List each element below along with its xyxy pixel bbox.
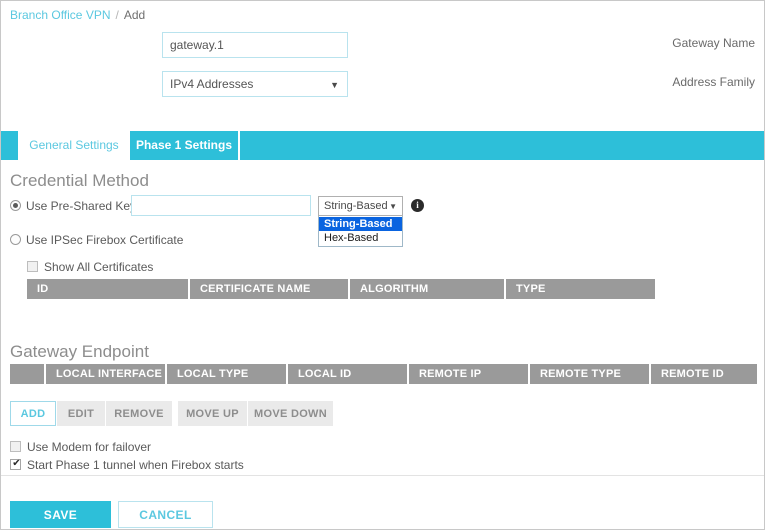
checkbox-use-modem-box [10,441,21,452]
tab-general-settings-label: General Settings [29,138,118,152]
tab-phase-1-settings[interactable]: Phase 1 Settings [130,131,240,160]
certificate-col-type[interactable]: TYPE [505,279,655,299]
gateway-endpoint-col-local-id[interactable]: LOCAL ID [287,364,408,384]
certificate-table-empty-body [27,299,655,309]
certificate-col-id[interactable]: ID [27,279,189,299]
radio-use-ipsec-firebox-certificate[interactable]: Use IPSec Firebox Certificate [10,233,183,247]
remove-button[interactable]: REMOVE [106,401,172,426]
add-button[interactable]: ADD [10,401,56,426]
gateway-endpoint-col-select[interactable] [10,364,45,384]
footer-divider [1,475,764,476]
checkbox-use-modem-for-failover[interactable]: Use Modem for failover [10,440,151,454]
certificate-table: ID CERTIFICATE NAME ALGORITHM TYPE [27,279,656,309]
radio-ipsec-certificate-label: Use IPSec Firebox Certificate [26,233,183,247]
address-family-row: Address Family IPv4 Addresses ▼ [1,71,764,97]
key-format-option-hex-based[interactable]: Hex-Based [319,231,402,245]
cancel-button[interactable]: CANCEL [118,501,213,528]
gateway-endpoint-empty-body [10,384,757,394]
radio-use-pre-shared-key[interactable]: Use Pre-Shared Key [10,199,136,213]
gateway-name-input[interactable] [162,32,348,58]
certificate-col-certificate-name[interactable]: CERTIFICATE NAME [189,279,349,299]
breadcrumb-current-add: Add [124,8,145,22]
gateway-endpoint-header-row: LOCAL INTERFACE LOCAL TYPE LOCAL ID REMO… [10,364,757,384]
key-format-option-list: String-Based Hex-Based [318,216,403,247]
vpn-gateway-add-page: Branch Office VPN / Add Gateway Name Addre… [0,0,765,530]
gateway-endpoint-heading: Gateway Endpoint [10,342,149,362]
move-down-button[interactable]: MOVE DOWN [248,401,333,426]
checkbox-start-phase-1-box [10,459,21,470]
gateway-endpoint-table: LOCAL INTERFACE LOCAL TYPE LOCAL ID REMO… [10,364,758,394]
certificate-table-header-row: ID CERTIFICATE NAME ALGORITHM TYPE [27,279,655,299]
gateway-endpoint-col-local-type[interactable]: LOCAL TYPE [166,364,287,384]
info-icon[interactable]: i [411,199,424,212]
credential-method-heading: Credential Method [10,171,149,191]
radio-ipsec-certificate-indicator [10,234,21,245]
gateway-endpoint-col-remote-ip[interactable]: REMOTE IP [408,364,529,384]
radio-pre-shared-key-indicator [10,200,21,211]
pre-shared-key-input[interactable] [131,195,311,216]
save-button[interactable]: SAVE [10,501,111,528]
radio-pre-shared-key-label: Use Pre-Shared Key [26,199,136,213]
edit-button[interactable]: EDIT [57,401,105,426]
key-format-option-string-based[interactable]: String-Based [319,217,402,231]
checkbox-show-all-certificates-label: Show All Certificates [44,260,153,274]
key-format-dropdown-button[interactable]: String-Based ▼ [318,196,403,216]
gateway-name-row: Gateway Name [1,32,764,58]
gateway-name-label: Gateway Name [612,36,764,50]
key-format-selected-value: String-Based [324,200,388,212]
checkbox-show-all-certificates[interactable]: Show All Certificates [27,260,153,274]
gateway-endpoint-col-remote-id[interactable]: REMOTE ID [650,364,757,384]
move-up-button[interactable]: MOVE UP [178,401,247,426]
checkbox-start-phase-1-label: Start Phase 1 tunnel when Firebox starts [27,458,244,472]
address-family-selected-value: IPv4 Addresses [170,77,253,91]
gateway-endpoint-col-remote-type[interactable]: REMOTE TYPE [529,364,650,384]
checkbox-show-all-certificates-box [27,261,38,272]
breadcrumb-separator: / [116,8,119,22]
tab-phase-1-settings-label: Phase 1 Settings [136,138,232,152]
address-family-select[interactable]: IPv4 Addresses ▼ [162,71,348,97]
breadcrumb-link-branch-office-vpn[interactable]: Branch Office VPN [10,8,111,22]
checkbox-use-modem-label: Use Modem for failover [27,440,151,454]
certificate-col-algorithm[interactable]: ALGORITHM [349,279,505,299]
breadcrumb: Branch Office VPN / Add [10,8,145,22]
gateway-endpoint-col-local-interface[interactable]: LOCAL INTERFACE [45,364,166,384]
tab-strip: General Settings Phase 1 Settings [1,131,765,160]
key-format-dropdown[interactable]: String-Based ▼ String-Based Hex-Based [318,196,403,247]
chevron-down-icon: ▼ [330,72,339,98]
tab-general-settings[interactable]: General Settings [18,131,130,160]
chevron-down-icon: ▼ [389,197,397,217]
checkbox-start-phase-1-tunnel[interactable]: Start Phase 1 tunnel when Firebox starts [10,458,244,472]
address-family-label: Address Family [612,75,764,89]
